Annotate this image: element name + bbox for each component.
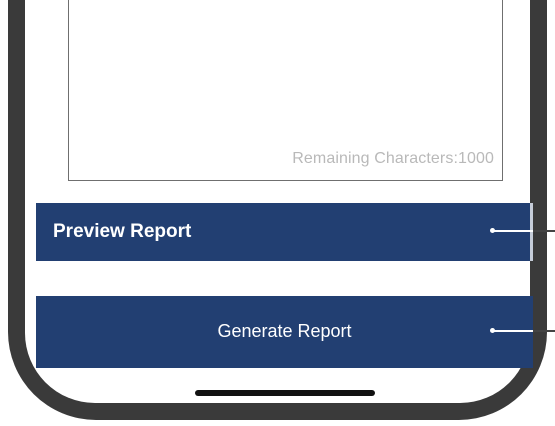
- generate-callout-extension: [533, 330, 555, 332]
- report-notes-textarea[interactable]: Remaining Characters:1000: [68, 0, 503, 181]
- preview-callout-dot: [490, 228, 495, 233]
- preview-callout-extension: [533, 230, 555, 232]
- generate-report-button[interactable]: Generate Report: [36, 296, 533, 368]
- preview-report-label: Preview Report: [53, 221, 192, 242]
- screenshot-stage: Remaining Characters:1000 Preview Report…: [0, 0, 555, 426]
- generate-callout-dot: [490, 328, 495, 333]
- generate-report-label: Generate Report: [217, 321, 352, 341]
- home-indicator-icon: [195, 390, 375, 396]
- preview-report-button[interactable]: Preview Report: [36, 203, 533, 261]
- remaining-characters-counter: Remaining Characters:1000: [292, 150, 494, 167]
